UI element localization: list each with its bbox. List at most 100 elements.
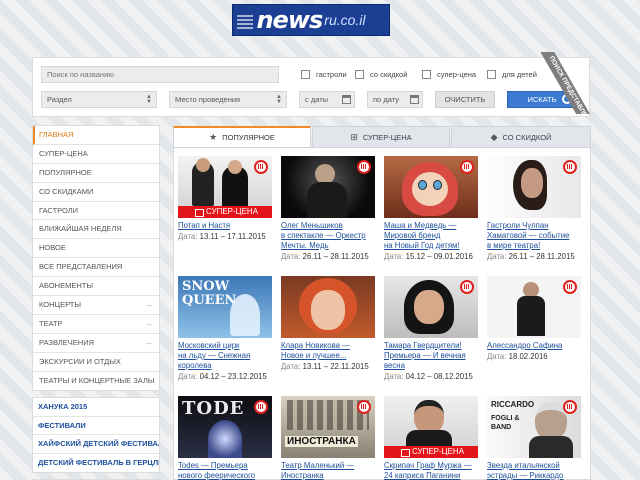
- sidebar-item-super-price[interactable]: СУПЕР-ЦЕНА: [33, 145, 159, 164]
- search-ribbon: ПОИСК ПРЕДСТАВЛЕНИЙ: [528, 52, 590, 114]
- event-card[interactable]: СУПЕР-ЦЕНА Скрипач Граф Муржа —24 каприс…: [384, 396, 478, 480]
- ticket-icon: [563, 280, 577, 294]
- event-card[interactable]: SNOW QUEEN Московский цирк на льду — Снеж…: [178, 276, 272, 382]
- event-title[interactable]: Клара Новикова — Новое и лучшее...: [281, 341, 375, 361]
- event-image[interactable]: СУПЕР-ЦЕНА: [178, 156, 272, 218]
- event-card[interactable]: Тамара Гвердцители! Премьера — И вечная ве…: [384, 276, 478, 382]
- event-title[interactable]: Олег Меньшиков в спектакле — Оркестр Мечты…: [281, 221, 375, 251]
- sidebar-menu: ГЛАВНАЯ СУПЕР-ЦЕНА ПОПУЛЯРНОЕ СО СКИДКАМ…: [32, 125, 160, 392]
- checkbox-super-price[interactable]: супер-цена: [422, 70, 476, 79]
- event-image[interactable]: ИНОСТРАНКА: [281, 396, 375, 458]
- checkbox-discount[interactable]: со скидкой: [355, 70, 407, 79]
- sidebar-item-all-shows[interactable]: ВСЕ ПРЕДСТАВЛЕНИЯ: [33, 258, 159, 278]
- event-card[interactable]: RICCARDO FOGLI & BAND Звезда итальянской…: [487, 396, 581, 480]
- sidebar-item-home[interactable]: ГЛАВНАЯ: [33, 126, 159, 145]
- checkbox-box[interactable]: [487, 70, 496, 79]
- event-title[interactable]: Маша и Медведь — Мировой бренд на Новый Го…: [384, 221, 478, 251]
- event-title[interactable]: Звезда итальянской эстрады — Риккардо: [487, 461, 581, 480]
- event-date: Дата: 04.12 – 08.12.2015: [384, 372, 473, 381]
- arrow-right-icon: →: [145, 337, 153, 347]
- date-from-field[interactable]: с даты: [299, 91, 355, 108]
- promo-festivals[interactable]: ФЕСТИВАЛИ: [33, 417, 159, 436]
- section-select[interactable]: Раздел ▲ ▼: [41, 91, 157, 108]
- event-card[interactable]: Алессандро Сафина Дата: 18.02.2016: [487, 276, 581, 362]
- event-title[interactable]: Гастроли Чулпан Хаматовой — событие в мире…: [487, 221, 581, 251]
- event-date: Дата: 18.02.2016: [487, 352, 548, 361]
- event-image[interactable]: SNOW QUEEN: [178, 276, 272, 338]
- checkbox-box[interactable]: [422, 70, 431, 79]
- calendar-icon[interactable]: [342, 95, 351, 104]
- tab-popular[interactable]: ★ ПОПУЛЯРНОЕ: [173, 126, 311, 148]
- promo-haifa-kids[interactable]: ХАЙФСКИЙ ДЕТСКИЙ ФЕСТИВАЛЬ: [33, 435, 159, 454]
- sidebar-item-tours[interactable]: ГАСТРОЛИ: [33, 202, 159, 221]
- event-date: Дата: 13.11 – 22.11.2015: [281, 362, 369, 371]
- event-image[interactable]: СУПЕР-ЦЕНА: [384, 396, 478, 458]
- checkbox-tours[interactable]: гастроли: [301, 70, 347, 79]
- event-image[interactable]: TODE: [178, 396, 272, 458]
- ticket-icon: [460, 160, 474, 174]
- sidebar-item-subscriptions[interactable]: АБОНЕМЕНТЫ: [33, 277, 159, 297]
- sidebar-item-this-week[interactable]: БЛИЖАЙШАЯ НЕДЕЛЯ: [33, 220, 159, 240]
- event-date: Дата: 26.11 – 28.11.2015: [487, 252, 575, 261]
- promo-herzliya-kids[interactable]: ДЕТСКИЙ ФЕСТИВАЛЬ В ГЕРЦЛИИ: [33, 454, 159, 473]
- arrow-right-icon: →: [145, 318, 153, 328]
- event-image[interactable]: RICCARDO FOGLI & BAND: [487, 396, 581, 458]
- event-card[interactable]: Клара Новикова — Новое и лучшее... Дата: …: [281, 276, 375, 372]
- poster-fogli: FOGLI & BAND: [491, 415, 520, 431]
- checkbox-label: супер-цена: [437, 70, 477, 79]
- event-image[interactable]: [487, 276, 581, 338]
- select-arrows-icon: ▲ ▼: [146, 94, 152, 105]
- event-title[interactable]: Тамара Гвердцители! Премьера — И вечная ве…: [384, 341, 478, 371]
- event-card[interactable]: Маша и Медведь — Мировой бренд на Новый Го…: [384, 156, 478, 262]
- ticket-icon: [563, 400, 577, 414]
- event-image[interactable]: [487, 156, 581, 218]
- date-to-field[interactable]: по дату: [367, 91, 423, 108]
- ticket-icon: [254, 160, 268, 174]
- content-tabs: ★ ПОПУЛЯРНОЕ ⊞ СУПЕР-ЦЕНА ◆ СО СКИДКОЙ: [173, 126, 591, 148]
- ticket-icon: [357, 400, 371, 414]
- site-logo[interactable]: news ru.co.il: [232, 4, 390, 36]
- star-icon: ★: [209, 132, 218, 142]
- clear-button[interactable]: ОЧИСТИТЬ: [435, 91, 495, 108]
- ribbon-label: ПОИСК ПРЕДСТАВЛЕНИЙ: [538, 52, 590, 114]
- tab-discount[interactable]: ◆ СО СКИДКОЙ: [451, 126, 591, 148]
- arrow-right-icon: →: [145, 300, 153, 310]
- event-title[interactable]: Todes — Премьера нового феерического: [178, 461, 272, 480]
- sidebar-item-venues[interactable]: ТЕАТРЫ И КОНЦЕРТНЫЕ ЗАЛЫ: [33, 372, 159, 391]
- sidebar-item-discounts[interactable]: СО СКИДКАМИ: [33, 183, 159, 202]
- event-title[interactable]: Московский цирк на льду — Снежная королева: [178, 341, 272, 371]
- tag-icon: ◆: [490, 132, 498, 142]
- event-card[interactable]: TODE Todes — Премьера нового феерического: [178, 396, 272, 480]
- search-input[interactable]: [41, 66, 279, 83]
- sidebar-item-entertainment[interactable]: РАЗВЛЕЧЕНИЯ →: [33, 334, 159, 353]
- event-image[interactable]: [281, 156, 375, 218]
- tab-super-price[interactable]: ⊞ СУПЕР-ЦЕНА: [312, 126, 450, 148]
- event-title[interactable]: Алессандро Сафина: [487, 341, 581, 351]
- event-image[interactable]: [281, 276, 375, 338]
- event-image[interactable]: [384, 276, 478, 338]
- sidebar-item-new[interactable]: НОВОЕ: [33, 239, 159, 259]
- checkbox-box[interactable]: [301, 70, 310, 79]
- event-image[interactable]: [384, 156, 478, 218]
- checkbox-box[interactable]: [355, 70, 364, 79]
- sidebar-item-excursions[interactable]: ЭКСКУРСИИ И ОТДЫХ: [33, 353, 159, 372]
- promo-hanukkah[interactable]: ХАНУКА 2015: [33, 398, 159, 417]
- event-title[interactable]: Потап и Настя: [178, 221, 272, 231]
- venue-select[interactable]: Место проведения ▲ ▼: [169, 91, 287, 108]
- sidebar-item-theatre[interactable]: ТЕАТР →: [33, 315, 159, 334]
- event-title[interactable]: Скрипач Граф Муржа —24 каприса Паганини: [384, 461, 478, 480]
- poster-inostranka: ИНОСТРАНКА: [285, 436, 358, 447]
- ticket-icon: [357, 160, 371, 174]
- sidebar-item-label: КОНЦЕРТЫ: [39, 300, 81, 310]
- calendar-icon[interactable]: [410, 95, 419, 104]
- tab-label: СО СКИДКОЙ: [502, 133, 552, 142]
- sidebar-item-popular[interactable]: ПОПУЛЯРНОЕ: [33, 164, 159, 183]
- event-title[interactable]: Театр Маленький — Иностранка: [281, 461, 375, 480]
- super-price-badge: СУПЕР-ЦЕНА: [384, 446, 478, 458]
- event-card[interactable]: Олег Меньшиков в спектакле — Оркестр Мечты…: [281, 156, 375, 262]
- event-card[interactable]: ИНОСТРАНКА Театр Маленький — Иностранка: [281, 396, 375, 480]
- event-card[interactable]: Гастроли Чулпан Хаматовой — событие в мире…: [487, 156, 581, 262]
- sidebar-item-concerts[interactable]: КОНЦЕРТЫ →: [33, 296, 159, 315]
- event-card[interactable]: СУПЕР-ЦЕНА Потап и Настя Дата: 13.11 – 1…: [178, 156, 272, 242]
- poster-todes: TODE: [182, 398, 245, 419]
